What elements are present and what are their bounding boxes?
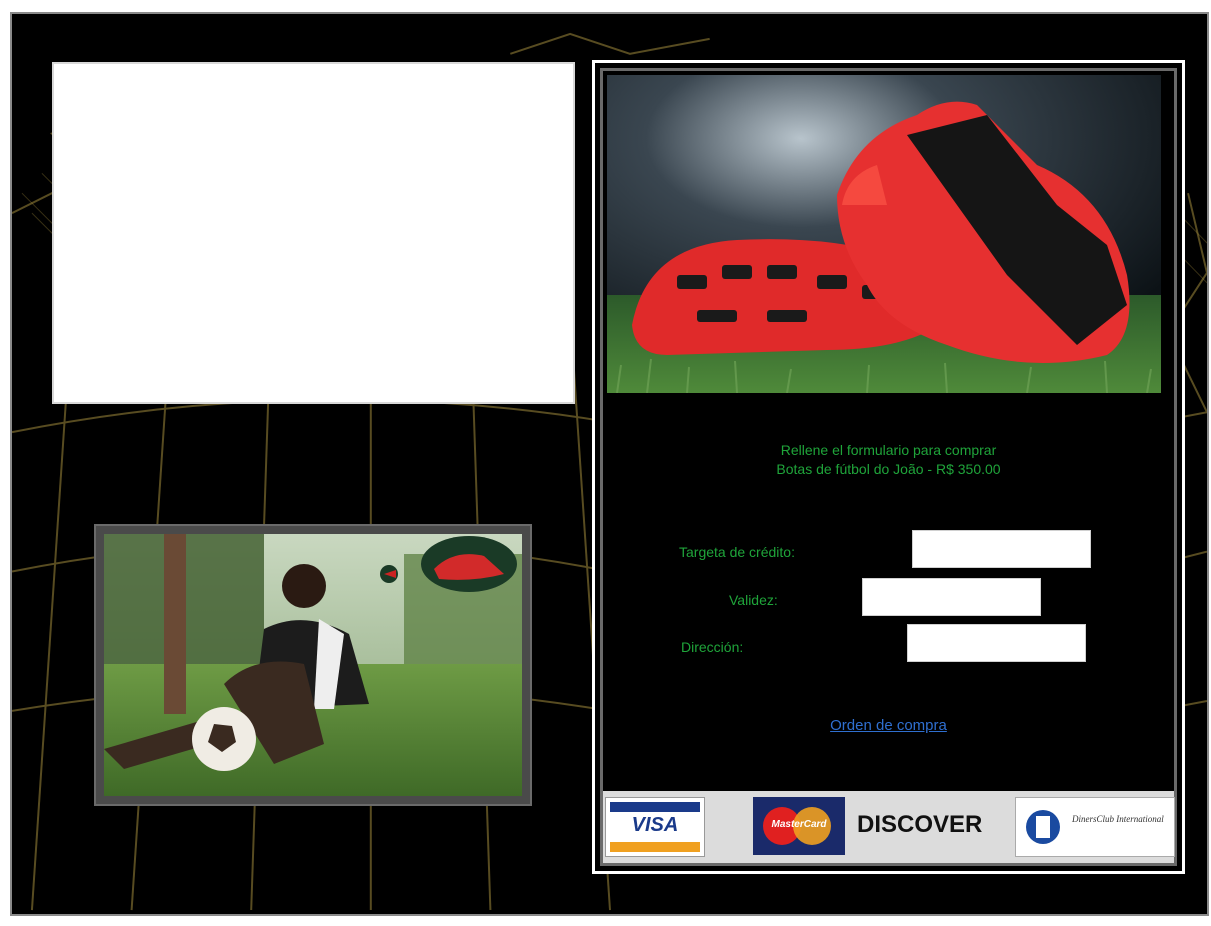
payment-cards-strip: VISA MasterCard DISCOVER DinersClub Inte… (603, 791, 1175, 863)
purchase-headline-line1: Rellene el formulario para comprar (780, 442, 997, 458)
video-frame (104, 534, 522, 796)
empty-content-panel (52, 62, 575, 404)
purchase-order-link[interactable]: Orden de compra (603, 717, 1174, 734)
tree-trunk (164, 534, 186, 714)
address-input[interactable] (907, 624, 1086, 662)
page-frame: Rellene el formulario para comprar Botas… (10, 12, 1209, 916)
boy-head (282, 564, 326, 608)
purchase-headline-line2: Botas de fútbol do João - R$ 350.00 (776, 461, 1001, 477)
purchase-panel-inner: Rellene el formulario para comprar Botas… (600, 68, 1177, 866)
address-label: Dirección: (681, 639, 744, 655)
video-scene (104, 534, 522, 796)
validity-label: Validez: (729, 592, 778, 608)
mastercard-logo: MasterCard (753, 797, 845, 855)
visa-logo: VISA (605, 797, 705, 857)
purchase-panel: Rellene el formulario para comprar Botas… (592, 60, 1185, 874)
boots-product-image (607, 75, 1161, 393)
discover-logo: DISCOVER (857, 811, 983, 838)
card-label: Targeta de crédito: (679, 544, 795, 560)
diners-club-logo: DinersClub International (1015, 797, 1175, 857)
video-player[interactable] (94, 524, 532, 806)
card-number-input[interactable] (912, 530, 1091, 568)
validity-input[interactable] (862, 578, 1041, 616)
